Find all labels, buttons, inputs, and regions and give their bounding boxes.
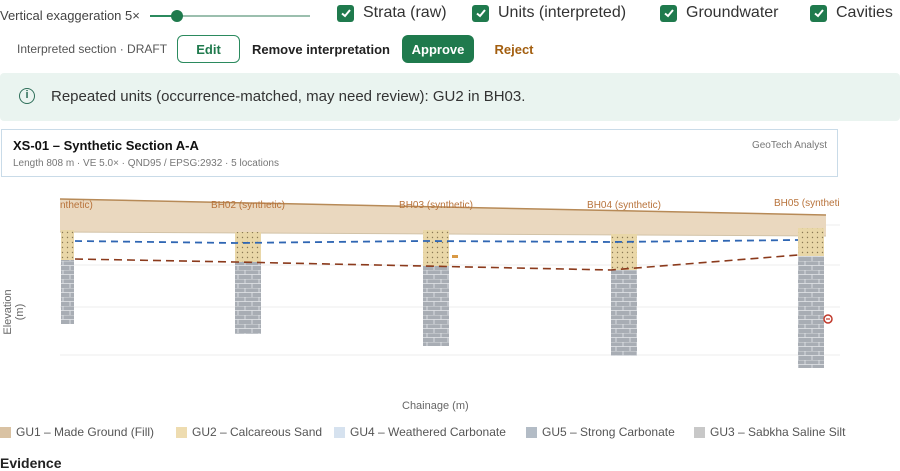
- legend-swatch: [694, 426, 705, 438]
- borehole-bh05: [798, 228, 824, 368]
- borehole-label: BH03 (synthetic): [399, 200, 473, 211]
- section-title-card: XS-01 – Synthetic Section A-A Length 808…: [1, 129, 838, 177]
- section-subtitle: Length 808 m · VE 5.0× · QND95 / EPSG:29…: [13, 158, 279, 169]
- reject-button[interactable]: Reject: [484, 35, 544, 63]
- checkbox-label: Units (interpreted): [498, 4, 627, 21]
- approve-button[interactable]: Approve: [402, 35, 474, 63]
- checkbox-units-interpreted[interactable]: Units (interpreted): [472, 4, 626, 22]
- review-banner: i Repeated units (occurrence-matched, ma…: [0, 73, 900, 121]
- legend-item-gu1: GU1 – Made Ground (Fill): [0, 425, 176, 439]
- checkbox-label: Cavities: [836, 4, 893, 21]
- remove-interpretation-button[interactable]: Remove interpretation: [247, 35, 395, 63]
- borehole-label: nthetic): [60, 200, 93, 211]
- legend-swatch: [334, 426, 345, 438]
- borehole-bh02: [235, 232, 261, 334]
- y-axis-label: Elevation (m): [2, 289, 26, 335]
- info-icon: i: [19, 88, 35, 104]
- borehole-label: BH02 (synthetic): [211, 200, 285, 211]
- checkmark-icon: [810, 4, 827, 22]
- gridlines: [60, 224, 840, 356]
- checkbox-label: Strata (raw): [363, 4, 447, 21]
- checkbox-strata-raw[interactable]: Strata (raw): [337, 4, 447, 22]
- borehole-label: BH05 (syntheti: [774, 198, 840, 209]
- unit-legend: GU1 – Made Ground (Fill) GU2 – Calcareou…: [0, 425, 894, 439]
- edit-button[interactable]: Edit: [177, 35, 240, 63]
- evidence-heading: Evidence: [0, 455, 62, 471]
- checkbox-cavities[interactable]: Cavities: [810, 4, 893, 22]
- author-label: GeoTech Analyst: [751, 140, 827, 151]
- checkmark-icon: [337, 4, 354, 22]
- x-axis-label: Chainage (m): [402, 400, 469, 412]
- legend-item-gu4: GU4 – Weathered Carbonate: [334, 425, 526, 439]
- cross-section-chart: nthetic) BH02 (synthetic) BH03 (syntheti…: [59, 198, 840, 368]
- vertical-exaggeration-label: Vertical exaggeration 5×: [0, 8, 140, 23]
- banner-text: Repeated units (occurrence-matched, may …: [51, 88, 526, 105]
- legend-swatch: [0, 426, 11, 438]
- checkbox-groundwater[interactable]: Groundwater: [660, 4, 779, 22]
- checkbox-label: Groundwater: [686, 4, 779, 21]
- legend-swatch: [526, 426, 537, 438]
- borehole-bh04: [611, 234, 637, 356]
- legend-swatch: [176, 426, 187, 438]
- section-title: XS-01 – Synthetic Section A-A: [13, 138, 199, 153]
- checkmark-icon: [472, 4, 489, 22]
- legend-item-gu5: GU5 – Strong Carbonate: [526, 425, 694, 439]
- borehole-bh03: [423, 230, 449, 346]
- section-status-label: Interpreted section · DRAFT: [17, 42, 168, 56]
- legend-item-gu2: GU2 – Calcareous Sand: [176, 425, 334, 439]
- borehole-bh01: [61, 230, 74, 324]
- repeated-unit-marker: [452, 255, 458, 258]
- checkmark-icon: [660, 4, 677, 22]
- borehole-label: BH04 (synthetic): [587, 200, 661, 211]
- slider-thumb[interactable]: [171, 10, 183, 22]
- legend-item-gu3: GU3 – Sabkha Saline Silt: [694, 425, 894, 439]
